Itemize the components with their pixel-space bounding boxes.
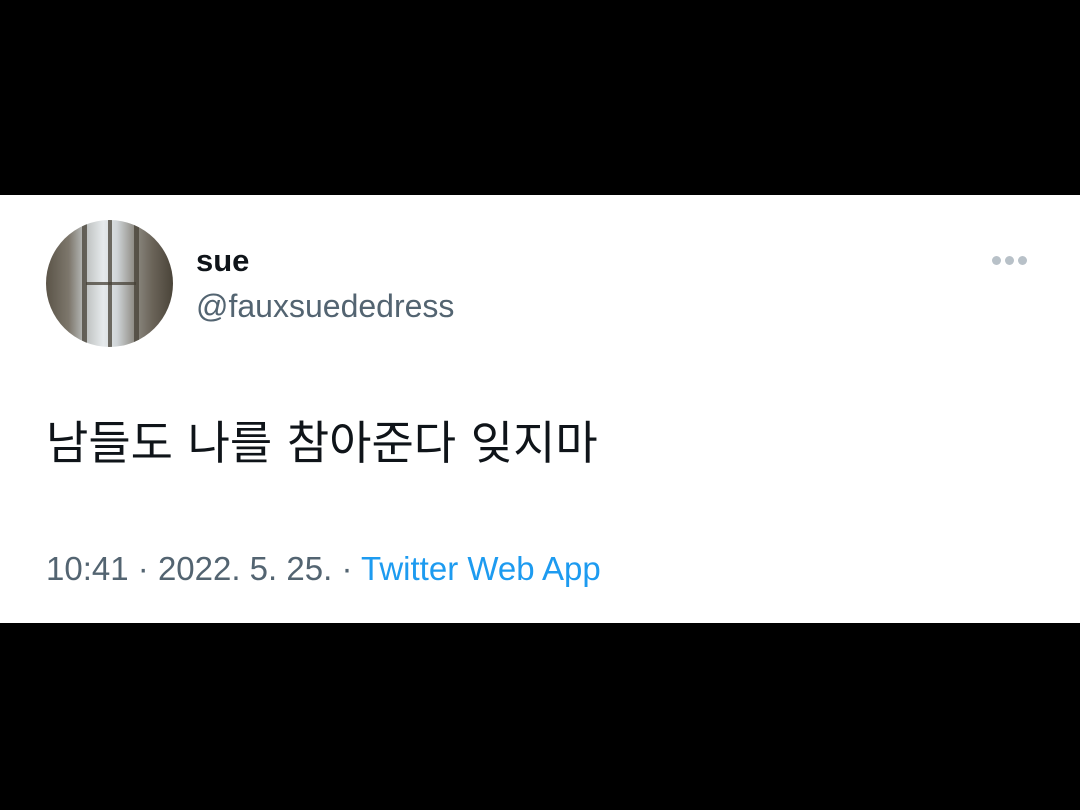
tweet-time[interactable]: 10:41	[46, 550, 129, 587]
avatar[interactable]	[46, 220, 173, 347]
user-handle[interactable]: @fauxsuededress	[196, 287, 454, 325]
tweet-metadata: 10:41 · 2022. 5. 25. · Twitter Web App	[46, 549, 601, 589]
display-name[interactable]: sue	[196, 243, 454, 279]
screenshot-frame: sue @fauxsuededress 남들도 나를 참아준다 잊지마 10:4…	[0, 0, 1080, 810]
tweet-card: sue @fauxsuededress 남들도 나를 참아준다 잊지마 10:4…	[0, 195, 1080, 623]
more-options-button[interactable]	[984, 247, 1034, 273]
tweet-text: 남들도 나를 참아준다 잊지마	[46, 416, 598, 470]
separator-dot: ·	[137, 550, 149, 587]
more-horizontal-icon	[991, 255, 1027, 265]
tweet-date[interactable]: 2022. 5. 25.	[158, 550, 332, 587]
tweet-source-link[interactable]: Twitter Web App	[361, 550, 601, 587]
separator-dot: ·	[341, 550, 353, 587]
user-info: sue @fauxsuededress	[196, 243, 454, 325]
